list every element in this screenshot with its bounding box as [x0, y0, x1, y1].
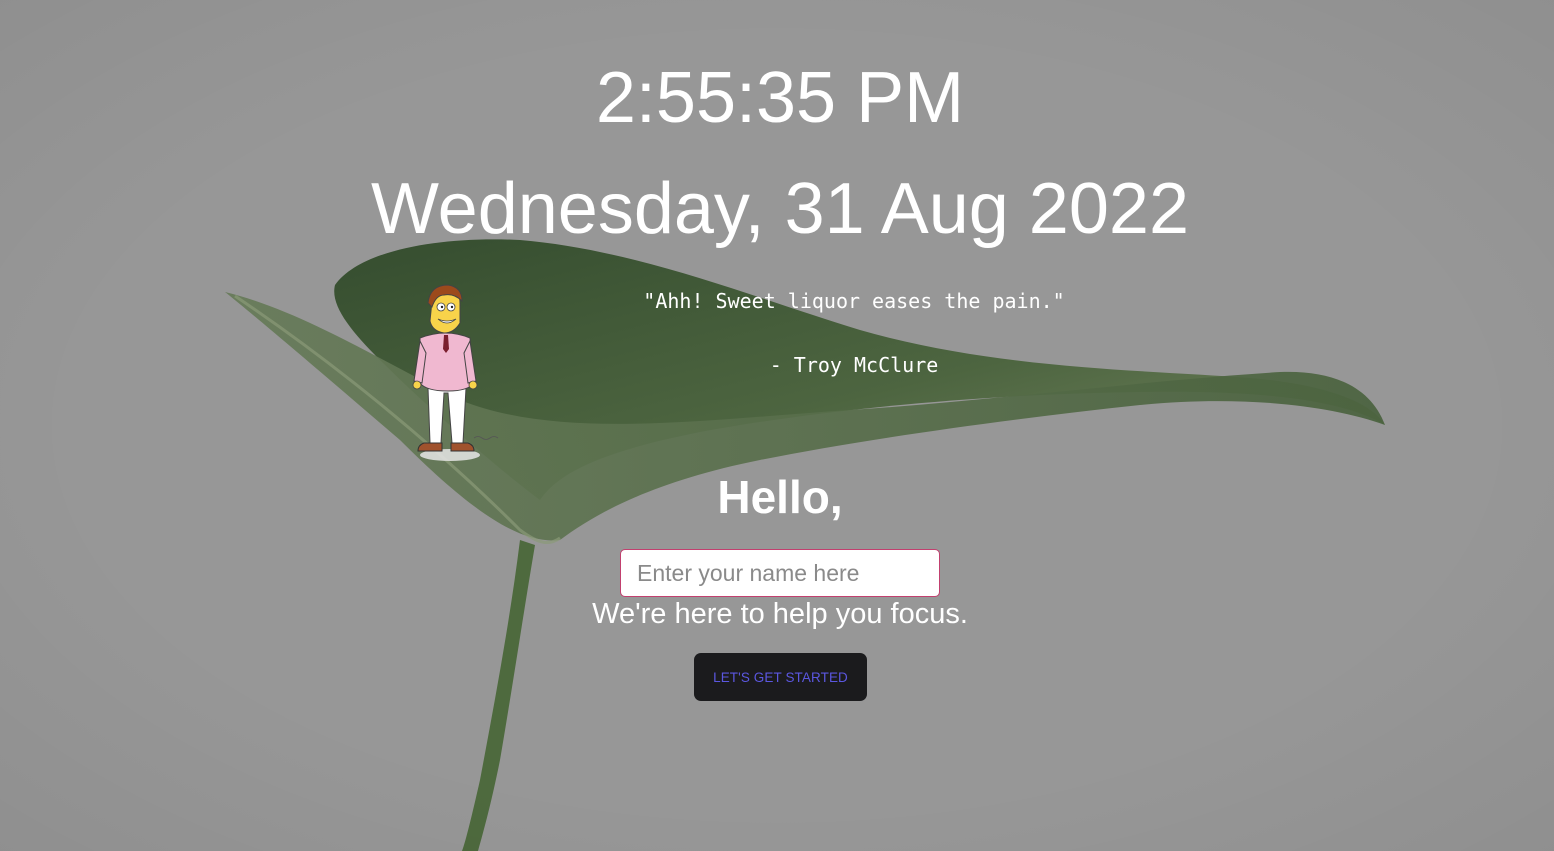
greeting-heading: Hello,: [717, 471, 843, 523]
lets-get-started-button[interactable]: LET'S GET STARTED: [694, 653, 867, 701]
tagline-text: We're here to help you focus.: [592, 598, 968, 630]
quote-text: "Ahh! Sweet liquor eases the pain.": [643, 289, 1065, 313]
clock-time: 2:55:35 PM: [595, 58, 965, 138]
quote-author: - Troy McClure: [769, 353, 939, 377]
name-input[interactable]: [620, 549, 940, 597]
page-content: 2:55:35 PM Wednesday, 31 Aug 2022 "Ahh! …: [0, 0, 1554, 851]
current-date: Wednesday, 31 Aug 2022: [371, 169, 1189, 249]
